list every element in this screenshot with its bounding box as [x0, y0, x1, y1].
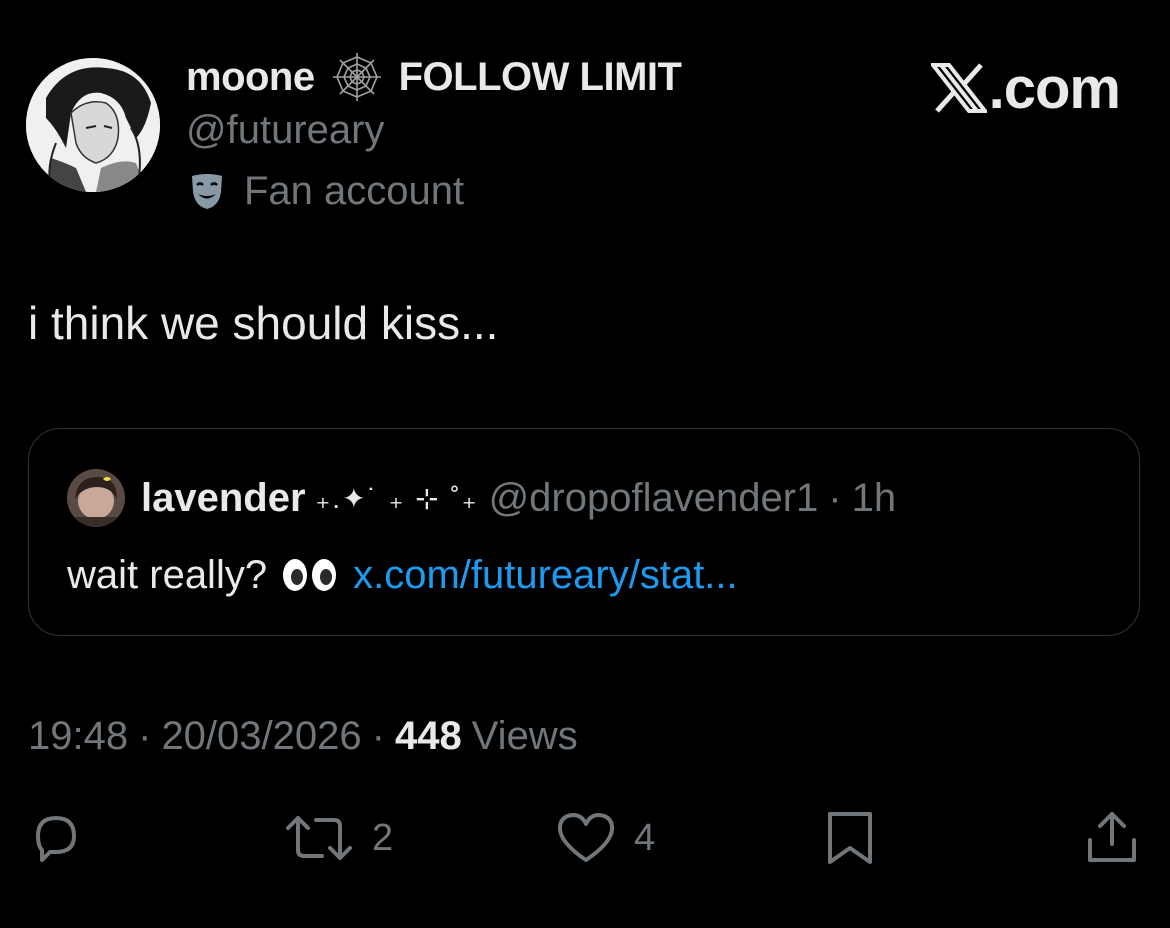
display-name-suffix: FOLLOW LIMIT	[398, 54, 682, 99]
tweet-page: moone FOLLOW LIMIT @futureary Fan accoun…	[0, 0, 1170, 928]
repost-button[interactable]: 2	[284, 810, 393, 866]
quoted-tweet-time[interactable]: 1h	[852, 476, 897, 521]
repost-icon	[286, 816, 352, 860]
heart-icon	[557, 813, 615, 862]
bookmark-icon	[828, 812, 872, 864]
account-label-text: Fan account	[244, 168, 465, 213]
display-name[interactable]: moone	[186, 55, 315, 100]
reply-icon	[36, 816, 76, 862]
views-count: 448	[394, 713, 462, 758]
like-button[interactable]: 4	[556, 810, 655, 866]
quoted-author-name[interactable]: lavender	[141, 476, 306, 521]
tweet-time[interactable]: 19:48	[28, 714, 128, 759]
quoted-tweet-link[interactable]: x.com/futureary/stat...	[353, 553, 738, 598]
like-count: 4	[634, 816, 656, 859]
repost-count: 2	[372, 816, 394, 859]
quoted-tweet-card[interactable]: lavender ₊.✦˙ ₊ ⊹ ˚₊ @dropoflavender1 · …	[28, 428, 1140, 636]
meta-separator: ·	[371, 713, 385, 758]
bookmark-button[interactable]	[824, 810, 876, 866]
tweet-meta: 19:48 · 20/03/2026 · 448 Views	[28, 710, 578, 762]
brand-text: .com	[988, 55, 1121, 121]
x-logo-icon	[928, 63, 989, 113]
share-button[interactable]	[1084, 810, 1140, 866]
brand-logo: .com	[928, 55, 1121, 121]
quoted-tweet-header: lavender ₊.✦˙ ₊ ⊹ ˚₊ @dropoflavender1 · …	[141, 473, 896, 523]
account-label[interactable]: Fan account	[186, 166, 464, 216]
quoted-tweet-text: wait really?	[67, 552, 268, 597]
share-icon	[1088, 812, 1136, 862]
spider-web-icon	[329, 49, 385, 105]
author-handle[interactable]: @futureary	[186, 108, 384, 153]
tweet-text: i think we should kiss...	[28, 297, 499, 349]
tweet-date[interactable]: 20/03/2026	[161, 714, 361, 759]
quoted-header-separator: ·	[828, 475, 842, 520]
author-avatar[interactable]	[26, 58, 160, 192]
meta-separator: ·	[138, 713, 152, 758]
views-label: Views	[471, 713, 578, 758]
quoted-author-handle[interactable]: @dropoflavender1	[489, 476, 819, 521]
display-name-row: moone FOLLOW LIMIT	[186, 49, 682, 105]
performing-arts-mask-icon	[186, 170, 228, 212]
quoted-author-avatar[interactable]	[67, 469, 125, 527]
quoted-author-name-decoration: ₊.✦˙ ₊ ⊹ ˚₊	[315, 482, 479, 514]
reply-button[interactable]	[28, 810, 84, 866]
quoted-tweet-body: wait really? x.com/futureary/stat...	[67, 547, 738, 603]
eyes-emoji-icon	[281, 558, 339, 592]
